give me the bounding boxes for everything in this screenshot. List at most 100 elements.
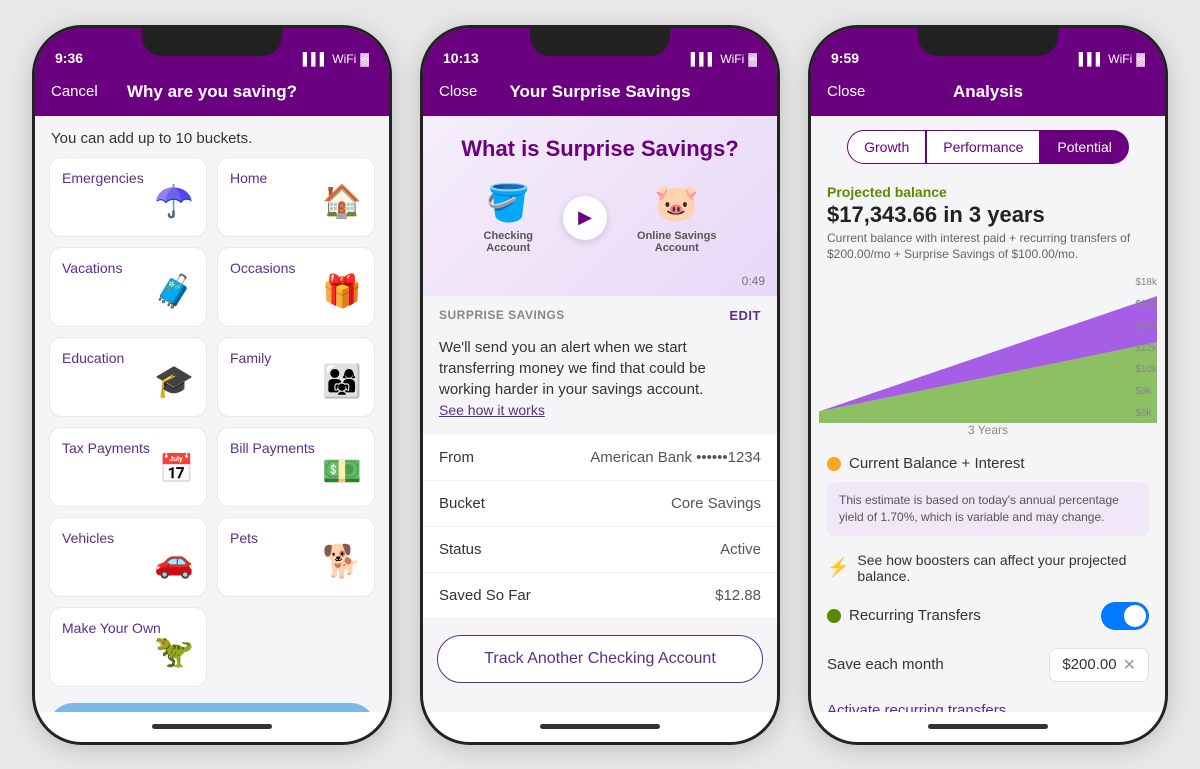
phone2-content: What is Surprise Savings? 🪣 CheckingAcco… [423,116,777,712]
bucket-bill-payments[interactable]: Bill Payments 💵 [217,427,375,507]
header-title-1: Why are you saving? [111,82,313,102]
phone-1: 9:36 ▌▌▌ WiFi ▓ Cancel Why are you savin… [32,25,392,745]
battery-icon-3: ▓ [1136,52,1145,66]
projected-label: Projected balance [827,184,1149,200]
saved-value: $12.88 [715,587,761,604]
status-time-2: 10:13 [443,50,479,66]
close-button-3[interactable]: Close [827,83,887,100]
bucket-pets-label: Pets [230,530,258,546]
close-button-2[interactable]: Close [439,83,499,100]
signal-icon-2: ▌▌▌ [691,52,717,66]
tab-growth[interactable]: Growth [847,130,926,164]
done-button[interactable]: Done [49,703,375,712]
chart-svg [819,273,1157,423]
status-icons-1: ▌▌▌ WiFi ▓ [303,52,369,66]
bucket-emergencies[interactable]: Emergencies ☂️ [49,157,207,237]
savings-account-group: 🐷 Online SavingsAccount [637,182,716,254]
bucket-family-label: Family [230,350,271,366]
home-bar-3 [811,712,1165,742]
activate-link[interactable]: Activate recurring transfers [811,690,1165,712]
booster-text: See how boosters can affect your project… [857,552,1149,584]
phone1-content: You can add up to 10 buckets. Emergencie… [35,116,389,712]
header-title-2: Your Surprise Savings [499,82,701,102]
home-bar-line-3 [928,724,1048,729]
bucket-pets[interactable]: Pets 🐕 [217,517,375,597]
legend-balance: Current Balance + Interest [811,445,1165,478]
bucket-vehicles-label: Vehicles [62,530,114,546]
analysis-tabs: Growth Performance Potential [811,116,1165,174]
bucket-family-icon: 👨‍👩‍👧 [322,362,362,400]
bucket-bill-label: Bill Payments [230,440,315,456]
bucket-vehicles-icon: 🚗 [154,542,194,580]
bucket-occasions[interactable]: Occasions 🎁 [217,247,375,327]
bucket-placeholder [217,607,375,687]
surprise-savings-section: SURPRISE SAVINGS EDIT [423,296,777,327]
signal-icon-3: ▌▌▌ [1079,52,1105,66]
checking-account-group: 🪣 CheckingAccount [484,182,534,254]
projected-section: Projected balance $17,343.66 in 3 years … [811,174,1165,274]
header-title-3: Analysis [887,82,1089,102]
header-2: Close Your Surprise Savings [423,72,777,116]
save-amount-value: $200.00 [1062,656,1116,673]
bucket-make-your-own[interactable]: Make Your Own 🦖 [49,607,207,687]
estimate-box: This estimate is based on today's annual… [827,482,1149,536]
save-amount-field[interactable]: $200.00 ✕ [1049,648,1149,682]
recurring-label: Recurring Transfers [849,607,1093,624]
bucket-myo-label: Make Your Own [62,620,161,636]
header-3: Close Analysis [811,72,1165,116]
see-how-link[interactable]: See how it works [439,402,545,418]
bucket-vacations[interactable]: Vacations 🧳 [49,247,207,327]
track-button[interactable]: Track Another Checking Account [437,635,763,683]
row-bucket: Bucket Core Savings [423,481,777,527]
bucket-home-icon: 🏠 [322,182,362,220]
wifi-icon-2: WiFi [720,52,744,66]
from-value: American Bank ••••••1234 [590,449,761,466]
balance-dot [827,457,841,471]
balance-legend-text: Current Balance + Interest [849,455,1025,472]
clear-amount-button[interactable]: ✕ [1123,655,1136,675]
save-row: Save each month $200.00 ✕ [811,640,1165,690]
savings-icon: 🐷 [654,182,699,224]
wifi-icon-3: WiFi [1108,52,1132,66]
tab-performance[interactable]: Performance [926,130,1040,164]
cancel-button[interactable]: Cancel [51,83,111,100]
recurring-toggle[interactable] [1101,602,1149,630]
buckets-grid: Emergencies ☂️ Home 🏠 Vacations 🧳 Occasi… [35,157,389,687]
bucket-home-label: Home [230,170,267,186]
bucket-occasions-label: Occasions [230,260,295,276]
bucket-vacations-icon: 🧳 [154,272,194,310]
home-bar-line-2 [540,724,660,729]
description-text: We'll send you an alert when we start tr… [423,327,777,427]
bucket-tax-payments[interactable]: Tax Payments 📅 [49,427,207,507]
wifi-icon: WiFi [332,52,356,66]
tab-potential[interactable]: Potential [1040,130,1128,164]
bucket-myo-icon: 🦖 [154,632,194,670]
bucket-family[interactable]: Family 👨‍👩‍👧 [217,337,375,417]
chart-y-labels: $18k $16k $14k $12k $10k $8k $6k [1135,273,1157,423]
phone-2: 10:13 ▌▌▌ WiFi ▓ Close Your Surprise Sav… [420,25,780,745]
bucket-education[interactable]: Education 🎓 [49,337,207,417]
bucket-home[interactable]: Home 🏠 [217,157,375,237]
row-saved: Saved So Far $12.88 [423,573,777,619]
bucket-pets-icon: 🐕 [322,542,362,580]
projected-amount: $17,343.66 in 3 years [827,202,1149,228]
savings-label: Online SavingsAccount [637,230,716,254]
bucket-emergencies-label: Emergencies [62,170,144,186]
bucket-vehicles[interactable]: Vehicles 🚗 [49,517,207,597]
video-title: What is Surprise Savings? [461,136,739,162]
home-bar-2 [423,712,777,742]
status-label: Status [439,541,482,558]
edit-button[interactable]: EDIT [729,308,761,323]
bucket-emergencies-icon: ☂️ [154,182,194,220]
from-label: From [439,449,474,466]
home-bar-line-1 [152,724,272,729]
signal-icon: ▌▌▌ [303,52,329,66]
status-icons-3: ▌▌▌ WiFi ▓ [1079,52,1145,66]
status-time-1: 9:36 [55,50,83,66]
status-icons-2: ▌▌▌ WiFi ▓ [691,52,757,66]
play-button[interactable]: ▶ [563,196,607,240]
bucket-vacations-label: Vacations [62,260,122,276]
bucket-tax-icon: 📅 [159,452,194,485]
bucket-education-label: Education [62,350,124,366]
booster-icon: ⚡ [827,557,849,578]
